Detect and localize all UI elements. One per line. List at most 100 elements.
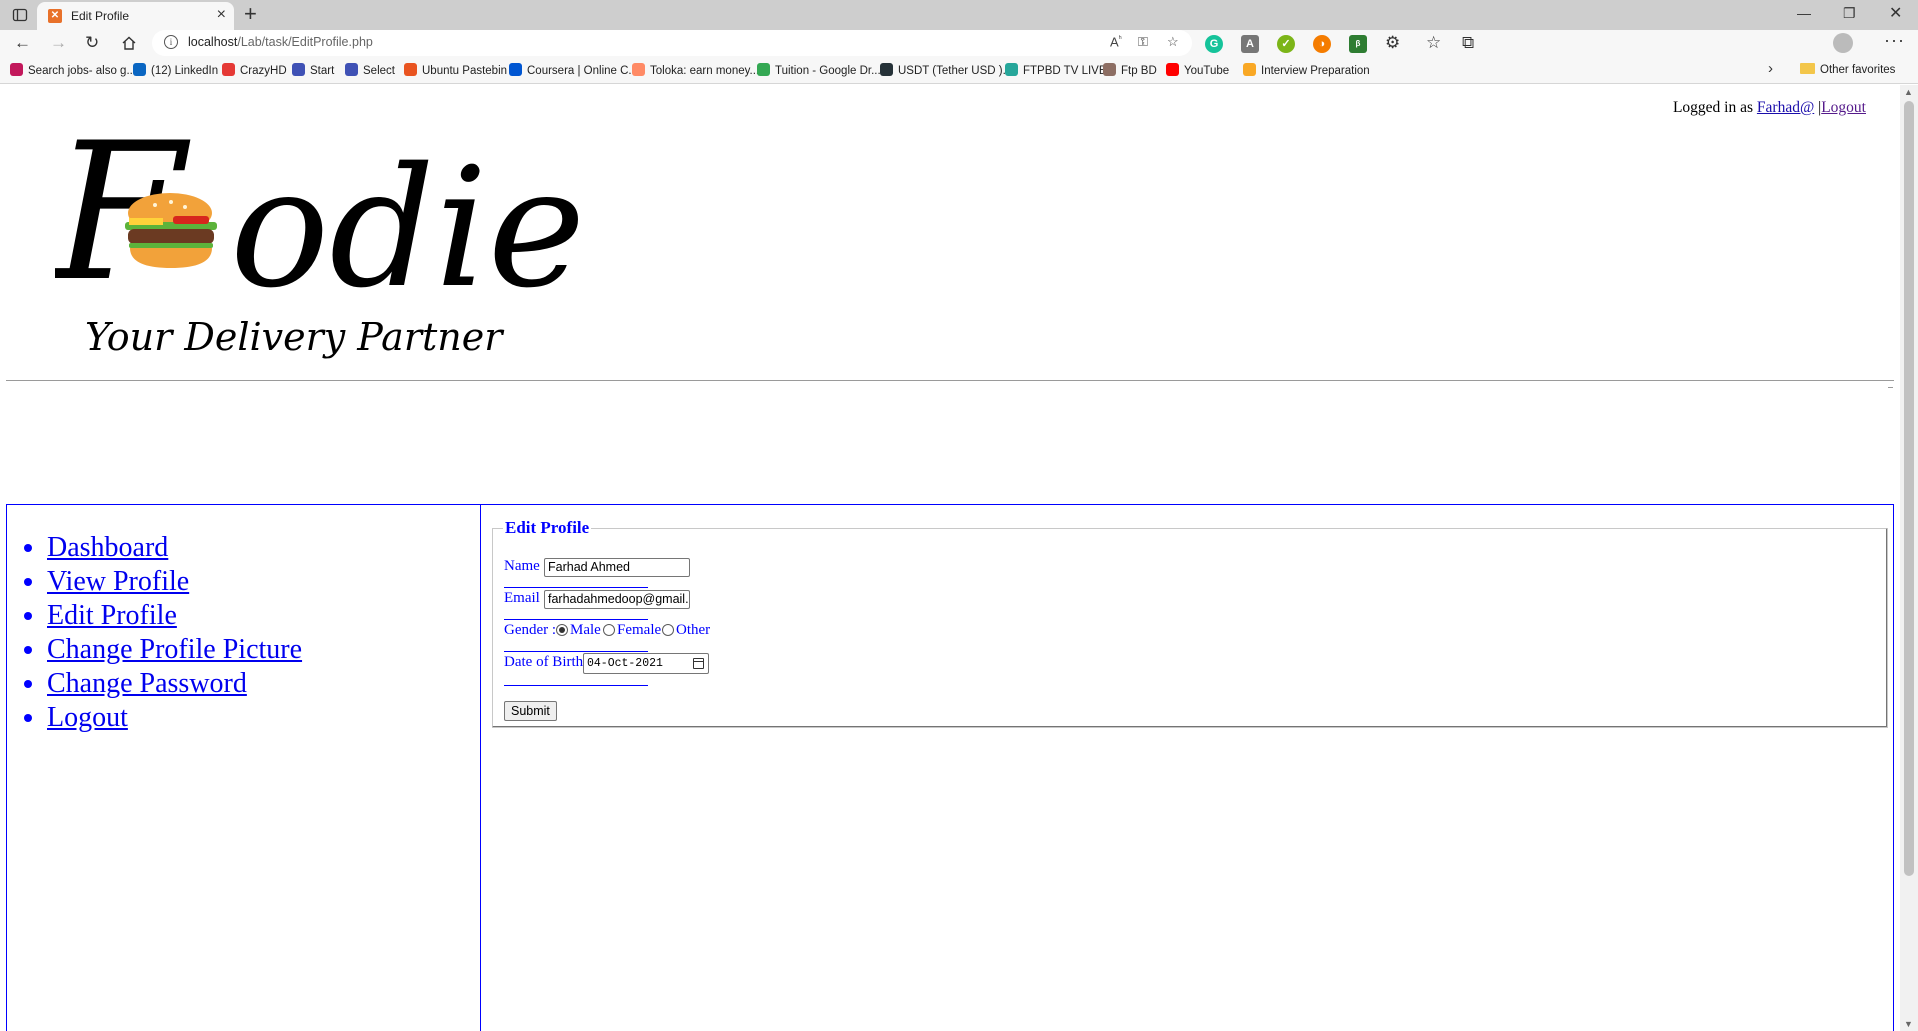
site-info-icon[interactable]: i [164, 35, 178, 49]
bookmark-favicon-icon [345, 63, 358, 76]
bookmark-item[interactable]: Ubuntu Pastebin [404, 63, 507, 77]
more-menu-icon[interactable]: ··· [1884, 30, 1905, 51]
change-profile-picture-link[interactable]: Change Profile Picture [47, 634, 302, 665]
bookmark-favicon-icon [1166, 63, 1179, 76]
read-aloud-icon[interactable]: Aʰ [1110, 34, 1122, 49]
page-body: Logged in as Farhad@ |Logout F odie Your… [0, 85, 1900, 1031]
extension-beta-icon[interactable]: β [1349, 35, 1367, 53]
change-password-link[interactable]: Change Password [47, 668, 247, 699]
email-input[interactable]: farhadahmedoop@gmail.com [544, 590, 690, 609]
divider-mark [1888, 387, 1893, 388]
calendar-icon[interactable] [693, 658, 704, 669]
bookmark-item[interactable]: CrazyHD [222, 63, 287, 77]
sidebar-item-dashboard: Dashboard [47, 531, 302, 565]
bookmark-item[interactable]: YouTube [1166, 63, 1229, 77]
username-link[interactable]: Farhad@ [1757, 99, 1814, 116]
collections-icon[interactable]: ⧉ [1462, 34, 1474, 52]
tab-actions-icon[interactable] [12, 7, 28, 23]
bookmark-item[interactable]: (12) LinkedIn [133, 63, 218, 77]
bookmark-favicon-icon [404, 63, 417, 76]
logout-link[interactable]: Logout [47, 702, 128, 733]
bookmark-favicon-icon [757, 63, 770, 76]
restore-icon[interactable]: ❐ [1843, 5, 1856, 22]
browser-tab-strip: ✕ Edit Profile × + — ❐ ✕ [0, 0, 1918, 30]
scroll-up-icon[interactable]: ▲ [1904, 87, 1913, 97]
scroll-down-icon[interactable]: ▼ [1904, 1019, 1913, 1029]
bookmark-item[interactable]: Interview Preparation [1243, 63, 1370, 77]
bookmark-item[interactable]: Toloka: earn money... [632, 63, 759, 77]
sidebar-item-change-picture: Change Profile Picture [47, 633, 302, 667]
active-tab[interactable]: ✕ Edit Profile × [37, 2, 234, 30]
gender-other-radio[interactable] [662, 624, 674, 636]
minimize-icon[interactable]: — [1797, 5, 1811, 21]
url-text[interactable]: localhost/Lab/task/EditProfile.php [188, 35, 373, 49]
gender-other-label[interactable]: Other [676, 622, 710, 639]
bookmark-label: Start [310, 65, 335, 77]
profile-avatar-icon[interactable] [1833, 33, 1853, 53]
password-icon[interactable]: ⚿ [1138, 34, 1148, 50]
view-profile-link[interactable]: View Profile [47, 566, 189, 597]
grammarly-icon[interactable]: G [1205, 35, 1223, 53]
bookmark-label: CrazyHD [240, 65, 287, 77]
email-label: Email : [504, 590, 548, 606]
bookmark-item[interactable]: USDT (Tether USD )... [880, 63, 1012, 77]
gender-female-label[interactable]: Female [617, 622, 661, 639]
forward-icon[interactable]: → [50, 34, 67, 52]
bookmark-label: Tuition - Google Dr... [775, 65, 881, 77]
dob-input[interactable]: 04-Oct-2021 [583, 653, 709, 674]
bookmark-item[interactable]: Search jobs- also g... [10, 63, 136, 77]
dob-label: Date of Birth : [504, 654, 592, 670]
bookmark-item[interactable]: Coursera | Online C... [509, 63, 638, 77]
sidebar-item-logout: Logout [47, 701, 302, 735]
sidebar-item-change-password: Change Password [47, 667, 302, 701]
extension-check-icon[interactable]: ✓ [1277, 35, 1295, 53]
header-divider [6, 380, 1894, 381]
field-underline [504, 651, 648, 652]
content-area: Edit Profile Name : Farhad Ahmed Email :… [482, 505, 1894, 1031]
name-input[interactable]: Farhad Ahmed [544, 558, 690, 577]
back-icon[interactable]: ← [14, 34, 31, 52]
bookmark-label: Coursera | Online C... [527, 65, 639, 77]
extensions-icon[interactable]: ⚙ [1385, 34, 1400, 52]
login-status: Logged in as Farhad@ |Logout [1673, 99, 1866, 117]
new-tab-icon[interactable]: + [244, 3, 257, 25]
extension-ring-icon[interactable]: ◑ [1313, 35, 1331, 53]
submit-button[interactable]: Submit [504, 701, 557, 721]
tab-close-icon[interactable]: × [217, 7, 226, 23]
bookmark-favicon-icon [1243, 63, 1256, 76]
address-bar[interactable]: i localhost/Lab/task/EditProfile.php Aʰ … [152, 30, 1192, 56]
logout-link-top[interactable]: Logout [1821, 99, 1866, 116]
sidebar: Dashboard View Profile Edit Profile Chan… [7, 505, 481, 1031]
extension-a-icon[interactable]: A [1241, 35, 1259, 53]
add-favorite-icon[interactable]: ☆ [1167, 34, 1179, 50]
gender-male-label[interactable]: Male [570, 622, 601, 639]
other-favorites[interactable]: Other favorites [1800, 63, 1895, 76]
bookmark-favicon-icon [632, 63, 645, 76]
bookmark-favicon-icon [10, 63, 23, 76]
edit-profile-link[interactable]: Edit Profile [47, 600, 177, 631]
bookmark-favicon-icon [133, 63, 146, 76]
favorites-icon[interactable]: ☆ [1426, 34, 1441, 52]
bookmark-item[interactable]: FTPBD TV LIVE! [1005, 63, 1110, 77]
browser-toolbar: ← → ↻ i localhost/Lab/task/EditProfile.p… [0, 30, 1918, 58]
gender-male-radio[interactable] [556, 624, 568, 636]
bookmark-label: Interview Preparation [1261, 65, 1370, 77]
bookmark-item[interactable]: Tuition - Google Dr... [757, 63, 881, 77]
bookmark-label: USDT (Tether USD )... [898, 65, 1013, 77]
field-underline [504, 587, 648, 588]
bookmark-label: (12) LinkedIn [151, 65, 219, 77]
bookmark-item[interactable]: Start [292, 63, 334, 77]
scroll-thumb[interactable] [1904, 101, 1914, 876]
chevron-right-icon[interactable]: › [1768, 60, 1773, 77]
bookmark-item[interactable]: Select [345, 63, 395, 77]
dashboard-link[interactable]: Dashboard [47, 532, 168, 563]
gender-female-radio[interactable] [603, 624, 615, 636]
refresh-icon[interactable]: ↻ [85, 34, 99, 52]
xampp-favicon-icon: ✕ [48, 9, 62, 23]
bookmark-favicon-icon [1103, 63, 1116, 76]
home-icon[interactable] [121, 35, 137, 51]
close-window-icon[interactable]: ✕ [1889, 3, 1902, 23]
bookmark-item[interactable]: Ftp BD [1103, 63, 1157, 77]
page-scrollbar[interactable]: ▲ ▼ [1900, 85, 1918, 1031]
bookmark-favicon-icon [1005, 63, 1018, 76]
